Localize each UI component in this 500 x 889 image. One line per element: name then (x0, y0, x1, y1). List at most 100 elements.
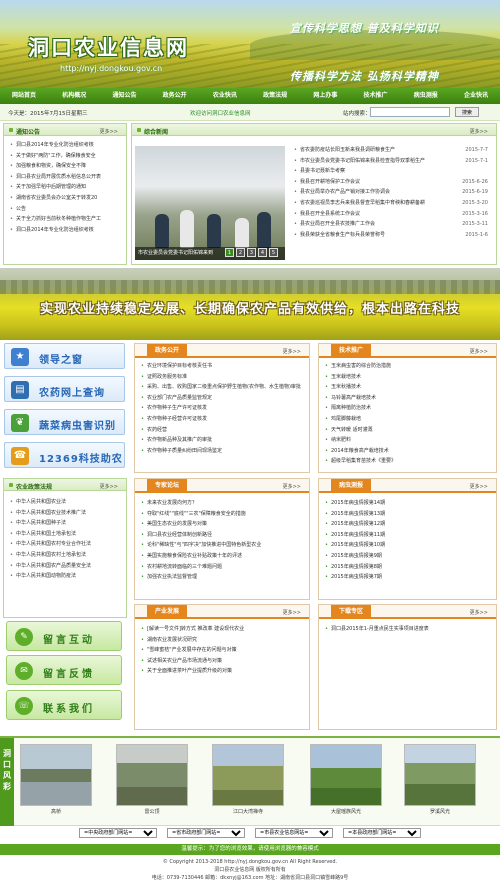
list-item[interactable]: 中华人民共和国土地承包法 (10, 529, 120, 540)
list-item[interactable]: 农村耕地流转面临的三个难题问题 (141, 562, 303, 573)
list-item[interactable]: 加强农业执法监督管理 (141, 572, 303, 583)
list-item[interactable]: 湖南农业发展状况研究 (141, 635, 303, 646)
list-item[interactable]: 关于加强早稻中后期管理的通知 (10, 182, 120, 193)
list-item[interactable]: 鸡尾脚藤栽培 (325, 414, 490, 425)
nav-item-notices[interactable]: 通知公告 (112, 88, 136, 104)
tech-more-link[interactable]: 更多>> (470, 348, 488, 355)
list-item[interactable]: 玉米秋播技术 (325, 382, 490, 393)
quicklink-pesticide-query[interactable]: ▤ 农药网上查询 (4, 376, 125, 402)
list-item[interactable]: 洞口县2014年专业化防治组织考核 (10, 225, 120, 236)
list-item[interactable]: 中华人民共和国农业技术推广法 (10, 508, 120, 519)
search-button[interactable]: 搜索 (455, 107, 479, 117)
list-item[interactable]: 美国生态农业的发展与对策 (141, 519, 303, 530)
nav-item-tech[interactable]: 技术推广 (364, 88, 388, 104)
list-item[interactable]: 关于做好"两防"工作，确保粮食安全 (10, 151, 120, 162)
search-input[interactable] (370, 107, 450, 117)
list-item[interactable]: 关于全力抓好当前秋冬种植作物生产工 (10, 214, 120, 225)
list-item[interactable]: 夺取"红线""底线""三农"保障粮食安全的措施 (141, 509, 303, 520)
list-item[interactable]: 农业部门农产品质量监管规定 (141, 393, 303, 404)
nav-item-gov-affairs[interactable]: 政务公开 (163, 88, 187, 104)
scenery-photo[interactable] (116, 744, 188, 806)
industry-more-link[interactable]: 更多>> (283, 609, 301, 616)
list-item[interactable]: 2015年病虫情报第7期 (325, 572, 490, 583)
news-item[interactable]: 我县召开耕地保护工作会议2015-6-26 (294, 176, 488, 188)
list-item[interactable]: 未来农业发展向何方？ (141, 498, 303, 509)
list-item[interactable]: 试述相关农业产品市场流通与对策 (141, 656, 303, 667)
list-item[interactable]: 农作物种子经营许可证核发 (141, 414, 303, 425)
list-item[interactable]: 2015年病虫情报第14期 (325, 498, 490, 509)
list-item[interactable]: 中华人民共和国动物防疫法 (10, 571, 120, 582)
news-item[interactable]: 省农委防疫站长阳玉新来我县调研粮食生产2015-7-7 (294, 145, 488, 156)
list-item[interactable]: 农作物种子质量纠纷田间现场鉴定 (141, 446, 303, 457)
slide-page-3[interactable]: 3 (247, 248, 256, 257)
county-agri-links-select[interactable]: =市县农业信息网站= (255, 828, 333, 838)
list-item[interactable]: 2015年病虫情报第13期 (325, 509, 490, 520)
list-item[interactable]: 中华人民共和国农产品质量安全法 (10, 561, 120, 572)
list-item[interactable]: 洞口县2014年专业化防治组织考核 (10, 140, 120, 151)
local-gov-links-select[interactable]: =本县政府部门网站= (343, 828, 421, 838)
expert-forum-more-link[interactable]: 更多>> (283, 483, 301, 490)
scenery-photo[interactable] (310, 744, 382, 806)
slide-page-5[interactable]: 5 (269, 248, 278, 257)
central-gov-links-select[interactable]: =中央政府部门网站= (79, 828, 157, 838)
list-item[interactable]: 农作物种子生产许可证核发 (141, 403, 303, 414)
scenery-photo[interactable] (20, 744, 92, 806)
gov-affairs-more-link[interactable]: 更多>> (283, 348, 301, 355)
list-item[interactable]: 洞口县农业局开展优质水稻信息公开表 (10, 172, 120, 183)
news-item[interactable]: 县农业局举办农产品产销对接工作协调会2015-6-19 (294, 187, 488, 198)
news-item[interactable]: 县委书记聂新华考察 (294, 166, 488, 177)
news-item[interactable]: 我县荣获全省粮食生产标兵县荣誉称号2015-1-6 (294, 229, 488, 241)
news-item[interactable]: 省农委巡视员李志兵来我县督查早稻集中育秧和春耕备耕2015-3-20 (294, 197, 488, 209)
nav-item-online-services[interactable]: 网上办事 (313, 88, 337, 104)
nav-item-enterprise[interactable]: 企业快讯 (464, 88, 488, 104)
notice-more-link[interactable]: 更多>> (100, 128, 118, 135)
slide-page-1[interactable]: 1 (225, 248, 234, 257)
list-item[interactable]: 采购、出售、收购国家二级重点保护野生植物(农作物、水生植物)审批 (141, 382, 303, 393)
list-item[interactable]: 农药经营 (141, 425, 303, 436)
list-item[interactable]: 2015年病虫情报第12期 (325, 519, 490, 530)
message-interaction-button[interactable]: ✎ 留言互动 (6, 621, 122, 651)
list-item[interactable]: 2015年病虫情报第10期 (325, 540, 490, 551)
list-item[interactable]: 超级早稻集育苗技术《重要》 (325, 456, 490, 467)
news-item[interactable]: 我县召开全县系统工作会议2015-3-16 (294, 208, 488, 220)
pest-report-more-link[interactable]: 更多>> (470, 483, 488, 490)
provincial-gov-links-select[interactable]: =省市政府部门网站= (167, 828, 245, 838)
list-item[interactable]: 证照政务服务标准 (141, 372, 303, 383)
list-item[interactable]: 论科"稀缺性"与"四字决"加快推进中国特色新型农业 (141, 540, 303, 551)
news-item[interactable]: 县农业局召开全县农技推广工作会2015-3-11 (294, 219, 488, 230)
list-item[interactable]: 2015年病虫情报第11期 (325, 530, 490, 541)
list-item[interactable]: 中华人民共和国农村土地承包法 (10, 550, 120, 561)
quicklink-12369[interactable]: ☎ 12369科技助农 (4, 442, 125, 468)
list-item[interactable]: 纳米肥料 (325, 435, 490, 446)
news-item[interactable]: 市农业委员会党委书记阳佑锦来我县检查指导双季稻生产2015-7-1 (294, 155, 488, 167)
list-item[interactable]: 中华人民共和国农村专业合作社法 (10, 539, 120, 550)
list-item[interactable]: 农作物新品种及其推广的审批 (141, 435, 303, 446)
list-item[interactable]: [解读一号文件]转方式 推改革 建设现代农业 (141, 624, 303, 635)
laws-more-link[interactable]: 更多>> (100, 483, 118, 490)
nav-item-pest[interactable]: 病虫测报 (414, 88, 438, 104)
list-item[interactable]: 洞口县2015年1-月重点民生实事项目进度表 (325, 624, 490, 635)
scenery-photo[interactable] (404, 744, 476, 806)
list-item[interactable]: 洞口县农业经营体制创新路径 (141, 530, 303, 541)
list-item[interactable]: 中华人民共和国农业法 (10, 497, 120, 508)
list-item[interactable]: 公告 (10, 204, 120, 215)
slide-page-2[interactable]: 2 (236, 248, 245, 257)
slide-page-4[interactable]: 4 (258, 248, 267, 257)
list-item[interactable]: 玉米病虫害的综合防治措施 (325, 361, 490, 372)
list-item[interactable]: 湖南省农业委员会办公室关于转发20 (10, 193, 120, 204)
list-item[interactable]: "雪峰蜜桔"产业发展中存在的问题与对策 (141, 645, 303, 656)
nav-item-about[interactable]: 机构概况 (62, 88, 86, 104)
scenery-photo[interactable] (212, 744, 284, 806)
download-more-link[interactable]: 更多>> (470, 609, 488, 616)
list-item[interactable]: 农业环境保护目标考核责任书 (141, 361, 303, 372)
quicklink-leaders[interactable]: ★ 领导之窗 (4, 343, 125, 369)
news-more-link[interactable]: 更多>> (470, 128, 488, 135)
list-item[interactable]: 2015年病虫情报第8期 (325, 562, 490, 573)
nav-item-agri-news[interactable]: 农业快讯 (213, 88, 237, 104)
nav-item-home[interactable]: 网站首页 (12, 88, 36, 104)
list-item[interactable]: 美国实施粮食保险农业补贴政策十年的评述 (141, 551, 303, 562)
list-item[interactable]: 关于全面推进茶叶产业提质升级的对策 (141, 666, 303, 677)
list-item[interactable]: 加强粮食和物资，确保安全不降 (10, 161, 120, 172)
list-item[interactable]: 天气转暖 适时灌溉 (325, 425, 490, 436)
list-item[interactable]: 2015年病虫情报第9期 (325, 551, 490, 562)
